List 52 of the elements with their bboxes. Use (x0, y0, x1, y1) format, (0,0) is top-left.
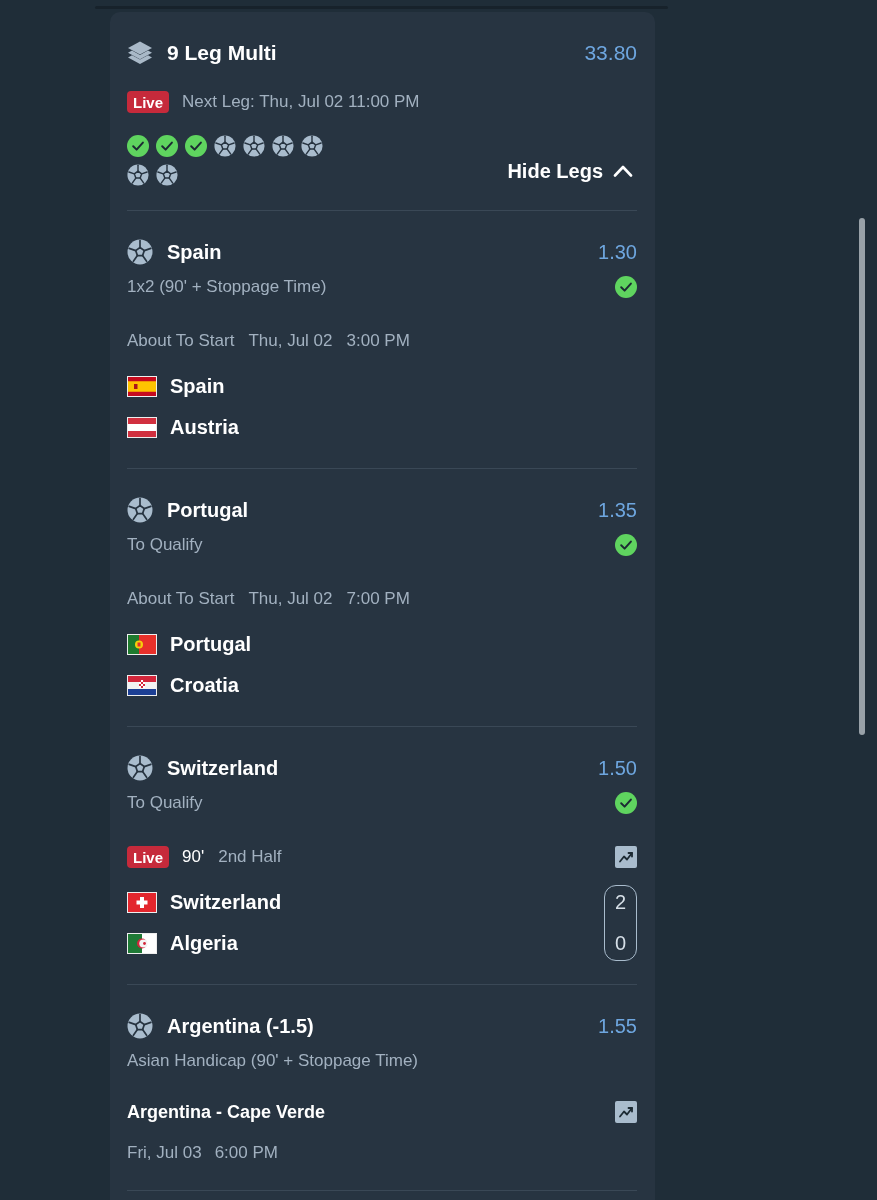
team-score: 0 (614, 930, 627, 956)
match-minute: 90' (182, 847, 205, 867)
match-time: 3:00 PM (346, 331, 410, 351)
match-date: Thu, Jul 02 (248, 589, 333, 609)
market-name: Asian Handicap (90' + Stoppage Time) (127, 1051, 418, 1071)
match-status: About To Start (127, 331, 235, 351)
stack-icon (127, 40, 153, 66)
market-name: To Qualify (127, 535, 203, 555)
match-date: Thu, Jul 02 (248, 331, 333, 351)
match-title: Argentina - Cape Verde (127, 1101, 326, 1123)
team-name: Spain (170, 374, 225, 398)
team-name: Algeria (170, 931, 238, 955)
bet-title: 9 Leg Multi (167, 41, 277, 65)
leg-odds: 1.50 (598, 756, 637, 780)
leg-selection: Argentina (-1.5) (167, 1014, 314, 1038)
trend-chart-icon[interactable] (615, 1101, 637, 1123)
live-badge: Live (127, 91, 169, 113)
market-name: 1x2 (90' + Stoppage Time) (127, 277, 327, 297)
trend-chart-icon[interactable] (615, 846, 637, 868)
leg-selection: Spain (167, 240, 222, 264)
leg-odds: 1.35 (598, 498, 637, 522)
flag-icon (127, 932, 157, 954)
flag-icon (127, 633, 157, 655)
leg-selection: Switzerland (167, 756, 279, 780)
soccer-ball-icon (127, 239, 153, 265)
leg-odds: 1.55 (598, 1014, 637, 1038)
bet-odds: 33.80 (584, 41, 637, 65)
leg-selection: Portugal (167, 498, 249, 522)
chevron-up-icon (613, 165, 633, 177)
match-period: 2nd Half (218, 847, 282, 867)
market-name: To Qualify (127, 793, 203, 813)
match-time: 6:00 PM (214, 1143, 278, 1163)
match-status: About To Start (127, 589, 235, 609)
flag-icon (127, 891, 157, 913)
match-time: 7:00 PM (346, 589, 410, 609)
soccer-ball-icon (127, 755, 153, 781)
soccer-ball-icon (127, 1013, 153, 1039)
hide-legs-button[interactable]: Hide Legs (507, 156, 633, 186)
scrollbar-thumb[interactable] (859, 218, 865, 735)
match-date: Fri, Jul 03 (127, 1143, 202, 1163)
soccer-ball-icon (127, 497, 153, 523)
team-score: 2 (614, 889, 627, 915)
team-name: Austria (170, 415, 239, 439)
team-name: Croatia (170, 673, 239, 697)
flag-icon (127, 416, 157, 438)
team-name: Switzerland (170, 890, 282, 914)
flag-icon (127, 674, 157, 696)
next-leg-time: Next Leg: Thu, Jul 02 11:00 PM (182, 92, 420, 112)
team-name: Portugal (170, 632, 252, 656)
leg-odds: 1.30 (598, 240, 637, 264)
live-badge: Live (127, 846, 169, 868)
flag-icon (127, 375, 157, 397)
